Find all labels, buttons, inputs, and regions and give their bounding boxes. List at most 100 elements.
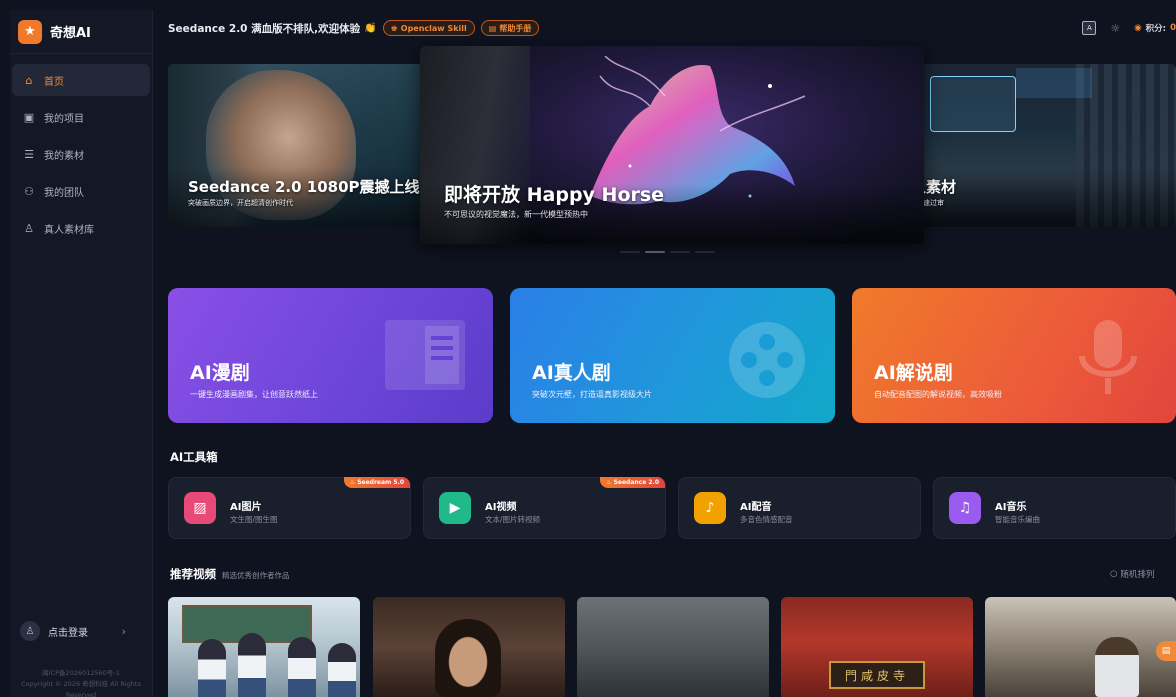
star-icon: ★ — [18, 19, 42, 44]
character-image — [435, 619, 501, 697]
chat-icon: ▤ — [1161, 646, 1171, 656]
sidebar-item-label: 我的素材 — [44, 150, 84, 162]
toolbox-title: AI工具箱 — [170, 450, 218, 464]
credits-value: 0 — [1170, 23, 1176, 33]
pill-manual-label: 帮助手册 — [499, 23, 532, 33]
sidebar-footer: 闽ICP备2026012560号-1 Copyright © 2026 奇想科技… — [10, 668, 152, 697]
announcement-text: Seedance 2.0 满血版不排队,欢迎体验 — [168, 22, 361, 35]
video-thumbnail[interactable] — [168, 597, 360, 697]
banner-slide-happy-horse[interactable]: 即将开放 Happy Horse 不可思议的视觉魔法，新一代模型预热中 — [420, 46, 924, 244]
feature-card-ai-live-drama[interactable]: AI真人剧 突破次元壁，打造逼真影视级大片 — [510, 288, 835, 423]
microphone-icon: ♪ — [694, 492, 726, 524]
footer-copyright: Copyright © 2026 奇想科技 All Rights Reserve… — [21, 680, 141, 697]
tool-desc: 智能音乐编曲 — [995, 515, 1040, 524]
video-thumbnail[interactable] — [985, 597, 1176, 697]
image-icon: ▨ — [184, 492, 216, 524]
sidebar-item-label: 真人素材库 — [44, 224, 94, 236]
pill-skill-label: Openclaw Skill — [400, 23, 467, 33]
banner-carousel[interactable]: Seedance 2.0 1080P震撼上线 突破画质边界，开启超清创作时代 真… — [168, 46, 1176, 256]
sidebar-item-label: 首页 — [44, 76, 64, 88]
team-icon: ⚇ — [24, 184, 34, 198]
banner-slide-seedance[interactable]: Seedance 2.0 1080P震撼上线 突破画质边界，开启超清创作时代 — [168, 64, 428, 227]
credits-display[interactable]: ◉ 积分: 0 — [1134, 22, 1176, 34]
crown-icon: ♚ — [390, 23, 398, 33]
banner-subtitle: 不可思议的视觉魔法，新一代模型预热中 — [444, 210, 588, 219]
carousel-dot[interactable] — [670, 251, 690, 253]
banner-title: 即将开放 Happy Horse — [444, 184, 665, 206]
music-icon: ♫ — [949, 492, 981, 524]
carousel-dots — [620, 251, 715, 253]
feature-title: AI解说剧 — [874, 362, 953, 384]
tool-card-ai-video[interactable]: ♨ Seedance 2.0 ▶ AI视频 文本/图片转视频 — [423, 477, 666, 539]
tool-name: AI配音 — [740, 502, 772, 513]
video-thumbnail[interactable]: 門咸皮寺 — [781, 597, 973, 697]
feature-card-ai-comic[interactable]: AI漫剧 一键生成漫画剧集，让创意跃然纸上 — [168, 288, 493, 423]
fire-icon: ♨ — [349, 479, 356, 486]
sidebar-nav: ⌂ 首页 ▣ 我的项目 ☰ 我的素材 ⚇ 我的团队 ♙ 真人素材库 — [10, 54, 152, 244]
coin-icon: ◉ — [1134, 23, 1142, 33]
recommend-subtitle: 精选优秀创作者作品 — [222, 571, 290, 580]
chevron-right-icon: › — [121, 624, 126, 638]
sidebar: ★ 奇想AI ⌂ 首页 ▣ 我的项目 ☰ 我的素材 ⚇ 我的团队 ♙ 真人素材库… — [10, 10, 153, 697]
tool-badge: ♨ Seedream 5.0 — [343, 477, 410, 488]
project-icon: ▣ — [23, 110, 35, 124]
help-manual-button[interactable]: ▤ 帮助手册 — [480, 20, 540, 36]
feature-card-ai-narration[interactable]: AI解说剧 自动配音配图的解说视频，高效吸粉 — [852, 288, 1176, 423]
database-icon: ☰ — [24, 147, 34, 161]
tool-card-ai-dubbing[interactable]: ♪ AI配音 多音色情感配音 — [678, 477, 921, 539]
tool-desc: 文本/图片转视频 — [485, 515, 541, 524]
feature-subtitle: 自动配音配图的解说视频，高效吸粉 — [874, 390, 1002, 399]
translate-icon[interactable]: A — [1082, 21, 1097, 35]
temple-sign: 門咸皮寺 — [829, 661, 925, 689]
login-label: 点击登录 — [48, 627, 88, 639]
sidebar-item-label: 我的团队 — [44, 187, 84, 199]
brand[interactable]: ★ 奇想AI — [10, 10, 152, 54]
character-image — [1095, 637, 1139, 697]
banner-subtitle: 突破画质边界，开启超清创作时代 — [188, 199, 293, 207]
carousel-dot-active[interactable] — [645, 251, 665, 253]
sidebar-item-home[interactable]: ⌂ 首页 — [12, 64, 150, 96]
carousel-dot[interactable] — [620, 251, 640, 253]
sidebar-item-real-library[interactable]: ♙ 真人素材库 — [12, 212, 150, 244]
tool-name: AI音乐 — [995, 502, 1027, 513]
carousel-dot[interactable] — [695, 251, 715, 253]
feature-title: AI漫剧 — [190, 362, 250, 384]
top-bar: Seedance 2.0 满血版不排队,欢迎体验 👏 ♚ Openclaw Sk… — [153, 10, 1176, 46]
tool-card-ai-image[interactable]: ♨ Seedream 5.0 ▨ AI图片 文生图/图生图 — [168, 477, 411, 539]
sidebar-item-materials[interactable]: ☰ 我的素材 — [12, 138, 150, 170]
microphone-icon — [1079, 320, 1137, 394]
tool-desc: 文生图/图生图 — [230, 515, 278, 524]
tool-desc: 多音色情感配音 — [740, 515, 793, 524]
feature-subtitle: 突破次元壁，打造逼真影视级大片 — [532, 390, 652, 399]
sidebar-item-projects[interactable]: ▣ 我的项目 — [12, 101, 150, 133]
video-thumbnail[interactable] — [373, 597, 565, 697]
top-right-controls: A ☼ ◉ 积分: 0 — [1082, 10, 1176, 46]
shuffle-button[interactable]: ○ 随机排列 — [1110, 568, 1154, 580]
film-reel-icon — [729, 322, 805, 398]
video-thumbnail[interactable] — [577, 597, 769, 697]
tool-badge: ♨ Seedance 2.0 — [600, 477, 665, 488]
sidebar-item-team[interactable]: ⚇ 我的团队 — [12, 175, 150, 207]
user-icon: ♙ — [20, 621, 40, 641]
home-icon: ⌂ — [25, 73, 33, 87]
shuffle-icon: ○ — [1110, 569, 1118, 579]
sidebar-item-label: 我的项目 — [44, 113, 84, 125]
video-icon: ▶ — [439, 492, 471, 524]
brand-name: 奇想AI — [50, 26, 91, 41]
footer-icp[interactable]: 闽ICP备2026012560号-1 — [10, 668, 152, 679]
feature-subtitle: 一键生成漫画剧集，让创意跃然纸上 — [190, 390, 318, 399]
theme-toggle-icon[interactable]: ☼ — [1110, 22, 1120, 35]
tool-name: AI视频 — [485, 502, 517, 513]
banner-slide-real-material[interactable]: 真人素材 快速过审 — [916, 64, 1176, 227]
fire-icon: ♨ — [606, 479, 612, 486]
clap-icon: 👏 — [364, 22, 377, 34]
recommend-title: 推荐视频 精选优秀创作者作品 — [170, 567, 290, 581]
tool-card-ai-music[interactable]: ♫ AI音乐 智能音乐编曲 — [933, 477, 1176, 539]
banner-image — [930, 76, 1016, 132]
banner-title: Seedance 2.0 1080P震撼上线 — [188, 178, 420, 196]
credits-label: 积分: — [1145, 24, 1167, 34]
openclaw-skill-button[interactable]: ♚ Openclaw Skill — [382, 20, 475, 36]
book-icon — [385, 320, 465, 390]
login-button[interactable]: ♙ 点击登录 › — [12, 616, 144, 646]
floating-help-button[interactable]: ▤ — [1156, 641, 1176, 661]
